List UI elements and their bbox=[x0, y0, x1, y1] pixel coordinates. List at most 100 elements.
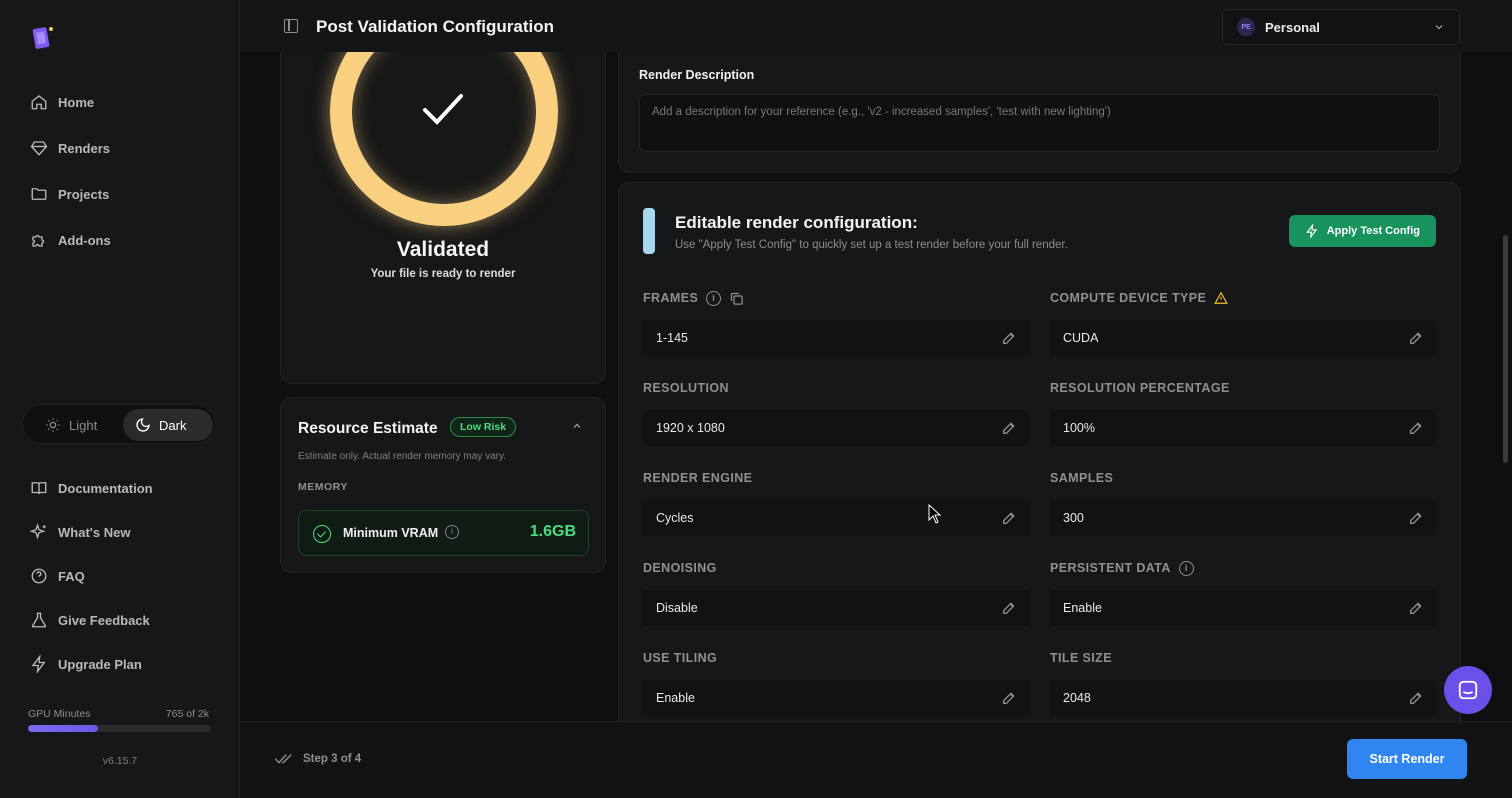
check-circle-icon bbox=[313, 525, 331, 543]
start-render-button[interactable]: Start Render bbox=[1347, 739, 1467, 779]
field-persistent-data-input[interactable]: Enable bbox=[1050, 590, 1436, 626]
bolt-icon bbox=[31, 655, 46, 673]
field-persistent-data-value: Enable bbox=[1063, 601, 1102, 615]
gpu-minutes-progress-fill bbox=[28, 725, 98, 732]
info-icon[interactable]: i bbox=[445, 525, 459, 539]
field-use-tiling: USE TILING Enable bbox=[643, 649, 1029, 716]
checkmark-icon bbox=[423, 94, 463, 125]
nav-addons[interactable]: Add-ons bbox=[30, 228, 111, 252]
min-vram-row: Minimum VRAM i 1.6GB bbox=[298, 510, 589, 556]
workspace-selector[interactable]: PE Personal bbox=[1222, 9, 1460, 45]
field-samples: SAMPLES 300 bbox=[1050, 469, 1436, 536]
apply-test-config-button[interactable]: Apply Test Config bbox=[1288, 215, 1436, 247]
field-resolution-label: RESOLUTION bbox=[643, 381, 729, 395]
apply-test-config-label: Apply Test Config bbox=[1326, 225, 1420, 237]
field-render-engine-input[interactable]: Cycles bbox=[643, 500, 1029, 536]
field-denoising-value: Disable bbox=[656, 601, 698, 615]
mouse-cursor-icon bbox=[928, 504, 942, 524]
risk-badge: Low Risk bbox=[450, 417, 517, 437]
pencil-icon[interactable] bbox=[1408, 330, 1424, 346]
support-chat-button[interactable] bbox=[1444, 666, 1492, 714]
gem-icon bbox=[30, 141, 48, 156]
pencil-icon[interactable] bbox=[1001, 510, 1017, 526]
nav-home[interactable]: Home bbox=[30, 90, 94, 114]
info-icon[interactable]: i bbox=[706, 290, 722, 306]
info-icon[interactable]: i bbox=[1178, 560, 1194, 576]
pencil-icon[interactable] bbox=[1408, 690, 1424, 706]
folder-icon bbox=[31, 188, 47, 200]
field-frames-label: FRAMES bbox=[643, 291, 699, 305]
field-render-engine-label: RENDER ENGINE bbox=[643, 471, 753, 485]
field-frames-input[interactable]: 1-145 bbox=[643, 320, 1029, 356]
nav-addons-label: Add-ons bbox=[58, 232, 111, 248]
config-subtitle: Use "Apply Test Config" to quickly set u… bbox=[675, 239, 1068, 251]
nav-renders-label: Renders bbox=[58, 140, 111, 156]
double-check-icon bbox=[274, 754, 292, 764]
field-persistent-data: PERSISTENT DATA i Enable bbox=[1050, 559, 1436, 626]
field-persistent-data-label: PERSISTENT DATA bbox=[1050, 561, 1171, 575]
nav-upgrade-plan-label: Upgrade Plan bbox=[58, 656, 142, 672]
pencil-icon[interactable] bbox=[1001, 420, 1017, 436]
field-resolution-input[interactable]: 1920 x 1080 bbox=[643, 410, 1029, 446]
app-logo-icon[interactable] bbox=[30, 24, 56, 52]
field-resolution-percentage-input[interactable]: 100% bbox=[1050, 410, 1436, 446]
page-title: Post Validation Configuration bbox=[316, 17, 554, 36]
nav-home-label: Home bbox=[58, 94, 95, 110]
gpu-minutes-label: GPU Minutes bbox=[28, 708, 91, 720]
top-header: Post Validation Configuration PE Persona… bbox=[240, 0, 1512, 52]
nav-renders[interactable]: Renders bbox=[30, 136, 110, 160]
step-label: Step 3 of 4 bbox=[303, 753, 362, 765]
nav-faq-label: FAQ bbox=[58, 568, 85, 584]
theme-dark-label: Dark bbox=[159, 417, 187, 433]
gpu-minutes-count: 765 of 2k bbox=[165, 708, 209, 720]
render-config-card: Editable render configuration: Use "Appl… bbox=[618, 182, 1461, 722]
pencil-icon[interactable] bbox=[1408, 420, 1424, 436]
copy-icon[interactable] bbox=[729, 291, 744, 306]
nav-whats-new[interactable]: What's New bbox=[30, 520, 130, 544]
warning-icon[interactable] bbox=[1214, 291, 1229, 305]
book-icon bbox=[31, 482, 47, 495]
min-vram-label: Minimum VRAM bbox=[343, 526, 439, 540]
nav-projects[interactable]: Projects bbox=[30, 182, 109, 206]
pencil-icon[interactable] bbox=[1408, 510, 1424, 526]
pencil-icon[interactable] bbox=[1408, 600, 1424, 616]
field-denoising: DENOISING Disable bbox=[643, 559, 1029, 626]
chat-icon bbox=[1458, 680, 1478, 700]
field-use-tiling-input[interactable]: Enable bbox=[643, 680, 1029, 716]
field-tile-size-input[interactable]: 2048 bbox=[1050, 680, 1436, 716]
pencil-icon[interactable] bbox=[1001, 330, 1017, 346]
field-resolution-percentage-label: RESOLUTION PERCENTAGE bbox=[1050, 381, 1230, 395]
resource-estimate-card: Resource Estimate Low Risk Estimate only… bbox=[280, 397, 606, 573]
chevron-up-icon[interactable] bbox=[571, 420, 583, 432]
theme-light-option[interactable]: Light bbox=[33, 409, 109, 441]
field-tile-size: TILE SIZE 2048 bbox=[1050, 649, 1436, 716]
field-samples-input[interactable]: 300 bbox=[1050, 500, 1436, 536]
sidebar: Home Renders Projects Add-ons Light Dark… bbox=[0, 0, 240, 798]
field-compute-device-input[interactable]: CUDA bbox=[1050, 320, 1436, 356]
theme-dark-option[interactable]: Dark bbox=[123, 409, 213, 441]
moon-icon bbox=[136, 418, 150, 432]
memory-section-label: MEMORY bbox=[298, 481, 348, 493]
nav-projects-label: Projects bbox=[58, 186, 110, 202]
min-vram-value: 1.6GB bbox=[529, 523, 576, 540]
nav-give-feedback[interactable]: Give Feedback bbox=[30, 608, 150, 632]
nav-faq[interactable]: FAQ bbox=[30, 564, 85, 588]
sidebar-toggle-icon[interactable] bbox=[284, 19, 298, 33]
field-resolution: RESOLUTION 1920 x 1080 bbox=[643, 379, 1029, 446]
pencil-icon[interactable] bbox=[1001, 600, 1017, 616]
config-accent-bar bbox=[643, 208, 655, 254]
nav-documentation[interactable]: Documentation bbox=[30, 476, 153, 500]
field-denoising-input[interactable]: Disable bbox=[643, 590, 1029, 626]
pencil-icon[interactable] bbox=[1001, 690, 1017, 706]
field-frames: FRAMES i 1-145 bbox=[643, 289, 1029, 356]
app-version: v6.15.7 bbox=[102, 755, 138, 767]
field-denoising-label: DENOISING bbox=[643, 561, 717, 575]
field-resolution-percentage: RESOLUTION PERCENTAGE 100% bbox=[1050, 379, 1436, 446]
workspace-name: Personal bbox=[1265, 19, 1320, 35]
render-description-card: Render Description bbox=[618, 52, 1461, 173]
field-samples-label: SAMPLES bbox=[1050, 471, 1114, 485]
nav-upgrade-plan[interactable]: Upgrade Plan bbox=[30, 652, 142, 676]
puzzle-icon bbox=[32, 234, 45, 247]
page-scrollbar[interactable] bbox=[1503, 235, 1508, 463]
render-description-input[interactable] bbox=[639, 94, 1440, 152]
